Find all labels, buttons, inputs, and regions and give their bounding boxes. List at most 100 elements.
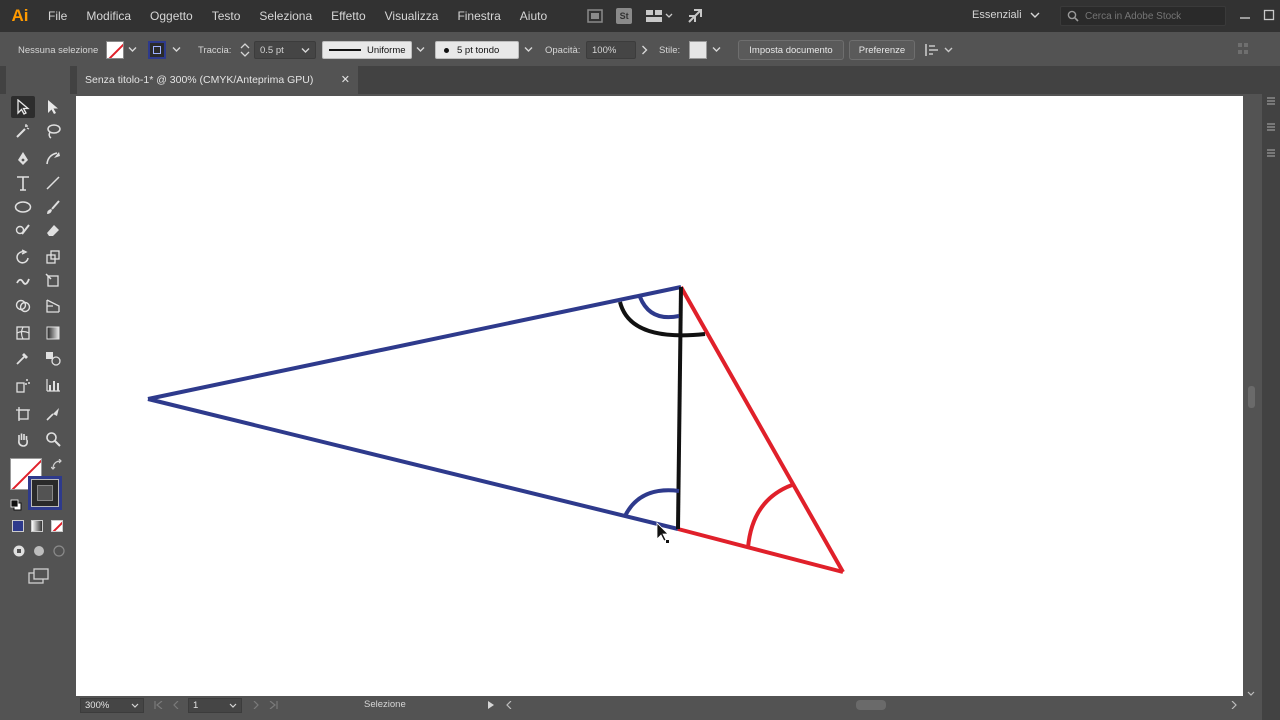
paintbrush-icon[interactable] <box>41 196 65 218</box>
default-fill-stroke-icon[interactable] <box>10 498 22 516</box>
stroke-stepper-icon[interactable] <box>240 42 250 61</box>
warp-icon[interactable] <box>11 270 35 292</box>
symbol-sprayer-icon[interactable] <box>11 374 35 396</box>
free-transform-icon[interactable] <box>41 270 65 292</box>
opacity-field[interactable]: 100% <box>586 41 636 59</box>
panel-properties-icon[interactable] <box>1265 94 1277 112</box>
swap-fill-stroke-icon[interactable] <box>50 458 63 476</box>
rotate-icon[interactable] <box>11 246 35 268</box>
style-chevron-icon[interactable] <box>712 45 721 55</box>
document-setup-button[interactable]: Imposta documento <box>738 40 844 60</box>
stock-icon[interactable]: St <box>616 8 633 24</box>
eyedropper-icon[interactable] <box>11 347 35 369</box>
menu-file[interactable]: File <box>48 9 67 23</box>
panel-options-icon[interactable] <box>1237 42 1249 59</box>
blue-bottom-angle-arc[interactable] <box>623 488 680 517</box>
fill-swatch[interactable] <box>106 41 124 59</box>
close-icon[interactable]: ✕ <box>341 73 350 86</box>
status-menu-icon[interactable] <box>488 701 494 712</box>
preferences-button[interactable]: Preferenze <box>849 40 915 60</box>
chevron-right-icon[interactable] <box>641 45 648 58</box>
panel-libraries-icon[interactable] <box>1265 146 1277 164</box>
selection-tool-icon[interactable] <box>11 96 35 118</box>
red-bottom-line[interactable] <box>677 527 844 574</box>
horizontal-scroll-thumb[interactable] <box>856 700 886 710</box>
red-right-line[interactable] <box>679 286 845 573</box>
gradient-icon[interactable] <box>41 322 65 344</box>
direct-selection-tool-icon[interactable] <box>41 96 65 118</box>
scroll-right-icon[interactable] <box>1231 700 1237 712</box>
align-icon[interactable] <box>924 42 954 61</box>
last-artboard-icon[interactable] <box>268 700 278 712</box>
scroll-down-icon[interactable] <box>1247 684 1255 702</box>
menu-seleziona[interactable]: Seleziona <box>259 9 312 23</box>
scroll-left-icon[interactable] <box>506 700 512 712</box>
blend-icon[interactable] <box>41 347 65 369</box>
artboard-canvas[interactable] <box>76 96 1243 696</box>
profile-chevron-icon[interactable] <box>416 45 425 55</box>
zoom-field[interactable]: 300% <box>80 698 144 713</box>
maximize-icon[interactable] <box>1262 8 1276 22</box>
pen-icon[interactable] <box>11 147 35 169</box>
stroke-swatch[interactable] <box>148 41 166 59</box>
first-artboard-icon[interactable] <box>154 700 164 712</box>
blue-upper-line[interactable] <box>147 285 682 401</box>
artboard-icon[interactable] <box>11 403 35 425</box>
draw-normal-icon[interactable] <box>12 544 26 563</box>
lasso-icon[interactable] <box>41 120 65 142</box>
fill-chevron-icon[interactable] <box>128 45 137 55</box>
artboard-field[interactable]: 1 <box>188 698 242 713</box>
screen-mode-icon[interactable] <box>28 568 50 589</box>
menu-modifica[interactable]: Modifica <box>86 9 131 23</box>
slice-icon[interactable] <box>41 403 65 425</box>
zoom-icon[interactable] <box>41 428 65 450</box>
color-mode-button[interactable] <box>12 520 24 532</box>
stroke-weight-field[interactable]: 0.5 pt <box>254 41 316 59</box>
previous-artboard-icon[interactable] <box>172 700 180 712</box>
stroke-chevron-icon[interactable] <box>172 45 181 55</box>
panel-layers-icon[interactable] <box>1265 120 1277 138</box>
ellipse-icon[interactable] <box>11 196 35 218</box>
scale-icon[interactable] <box>41 246 65 268</box>
vertical-scroll-thumb[interactable] <box>1248 386 1255 408</box>
mesh-icon[interactable] <box>11 322 35 344</box>
menu-finestra[interactable]: Finestra <box>457 9 500 23</box>
eraser-icon[interactable] <box>41 219 65 241</box>
workspace-switcher[interactable]: Essenziali <box>972 9 1040 21</box>
brush-chevron-icon[interactable] <box>524 45 533 55</box>
vertical-scrollbar[interactable] <box>1243 96 1259 696</box>
stroke-profile-field[interactable]: Uniforme <box>322 41 412 59</box>
curvature-icon[interactable] <box>41 147 65 169</box>
hand-icon[interactable] <box>11 428 35 450</box>
menu-testo[interactable]: Testo <box>212 9 241 23</box>
stock-search-input[interactable] <box>1085 10 1225 22</box>
brush-definition-field[interactable]: 5 pt tondo <box>435 41 519 59</box>
tab-document[interactable]: Senza titolo-1* @ 300% (CMYK/Anteprima G… <box>77 66 358 94</box>
next-artboard-icon[interactable] <box>252 700 260 712</box>
graph-icon[interactable] <box>41 374 65 396</box>
line-icon[interactable] <box>41 172 65 194</box>
menu-aiuto[interactable]: Aiuto <box>520 9 547 23</box>
bridge-icon[interactable] <box>586 7 604 25</box>
blue-top-angle-arc[interactable] <box>638 296 680 320</box>
shaper-icon[interactable] <box>11 219 35 241</box>
menu-oggetto[interactable]: Oggetto <box>150 9 193 23</box>
arrange-documents-icon[interactable] <box>644 7 674 25</box>
stock-search[interactable] <box>1060 6 1226 26</box>
menu-effetto[interactable]: Effetto <box>331 9 365 23</box>
gradient-mode-button[interactable] <box>31 520 43 532</box>
red-angle-arc[interactable] <box>746 483 793 549</box>
blue-lower-line[interactable] <box>147 397 679 531</box>
none-mode-button[interactable] <box>51 520 63 532</box>
shape-builder-icon[interactable] <box>11 295 35 317</box>
perspective-icon[interactable] <box>41 295 65 317</box>
gpu-performance-icon[interactable] <box>686 7 704 25</box>
stroke-color-swatch[interactable] <box>28 476 62 510</box>
menu-visualizza[interactable]: Visualizza <box>385 9 439 23</box>
style-swatch[interactable] <box>689 41 707 59</box>
draw-behind-icon[interactable] <box>32 544 46 563</box>
minimize-icon[interactable] <box>1238 8 1252 22</box>
magic-wand-icon[interactable] <box>11 120 35 142</box>
draw-inside-icon[interactable] <box>52 544 66 563</box>
type-icon[interactable] <box>11 172 35 194</box>
